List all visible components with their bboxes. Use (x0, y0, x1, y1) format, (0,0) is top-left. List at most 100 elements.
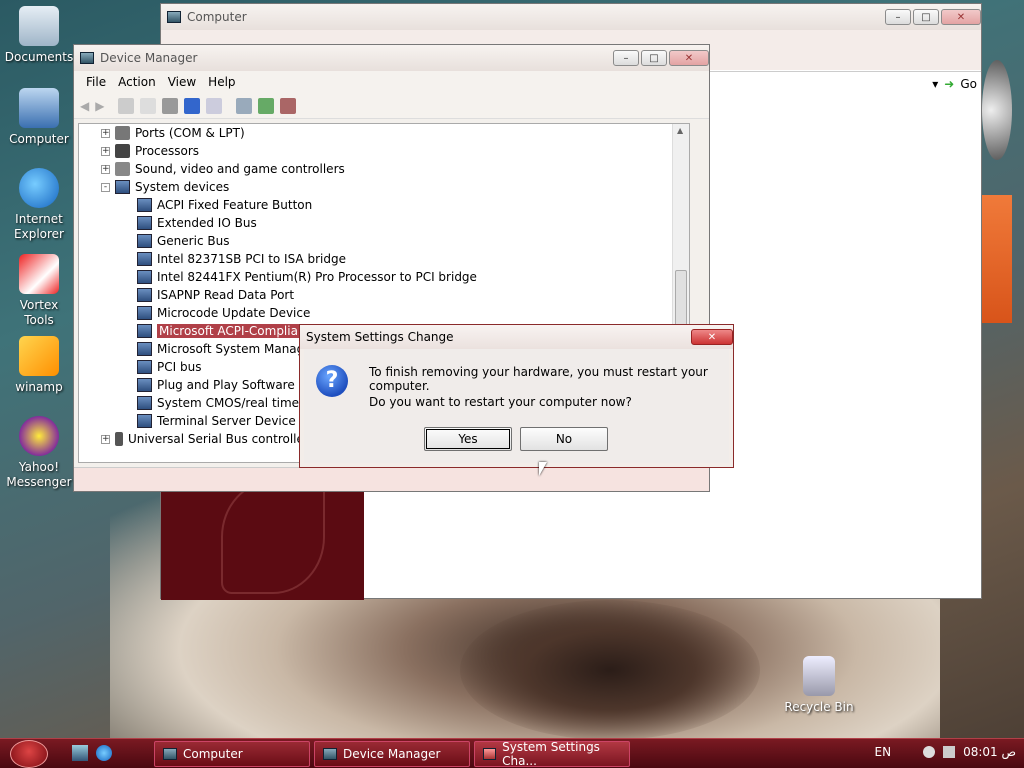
tree-item-processors[interactable]: + Processors (101, 142, 199, 160)
maximize-button[interactable]: □ (913, 9, 939, 25)
device-icon (137, 360, 152, 374)
dialog-body: ? To finish removing your hardware, you … (304, 349, 729, 463)
go-arrow-icon[interactable]: ➜ (944, 77, 954, 91)
clock[interactable]: 08:01 ص (963, 745, 1016, 759)
device-manager-titlebar[interactable]: Device Manager – □ ✕ (74, 45, 709, 71)
scroll-thumb[interactable] (675, 270, 687, 330)
tree-item-device[interactable]: Terminal Server Device Red (137, 412, 322, 430)
close-button[interactable]: ✕ (941, 9, 981, 25)
system-tray: EN 08:01 ص (875, 745, 1016, 759)
desktop-icon-computer[interactable]: Computer (4, 88, 74, 147)
desktop-icon-label: Documents (4, 50, 74, 64)
computer-titlebar[interactable]: Computer – □ ✕ (161, 4, 981, 30)
dialog-titlebar[interactable]: System Settings Change ✕ (300, 325, 733, 349)
tree-item-system-devices[interactable]: - System devices (101, 178, 229, 196)
window-title: Device Manager (100, 51, 198, 65)
start-button[interactable] (10, 740, 48, 768)
expand-icon[interactable]: + (101, 128, 110, 138)
tree-item-device[interactable]: Generic Bus (137, 232, 229, 250)
forward-icon[interactable]: ▶ (95, 99, 104, 113)
tree-item-device[interactable]: Extended IO Bus (137, 214, 257, 232)
documents-icon (19, 6, 59, 46)
tree-item-device[interactable]: Microcode Update Device (137, 304, 310, 322)
menu-action[interactable]: Action (112, 75, 162, 89)
desktop-icon-internet-explorer[interactable]: Internet Explorer (4, 168, 74, 242)
menu-view[interactable]: View (162, 75, 202, 89)
taskbar: Computer Device Manager System Settings … (0, 738, 1024, 768)
mouse-cursor-icon (539, 462, 547, 476)
device-icon (137, 270, 152, 284)
show-desktop-icon[interactable] (72, 745, 88, 761)
scan-hardware-icon[interactable] (236, 97, 253, 114)
menu-help[interactable]: Help (202, 75, 241, 89)
tree-item-device[interactable]: Plug and Play Software Dev (137, 376, 322, 394)
internet-explorer-icon[interactable] (96, 745, 112, 761)
menu-file[interactable]: File (80, 75, 112, 89)
device-icon (137, 288, 152, 302)
no-button[interactable]: No (520, 427, 608, 451)
device-manager-icon (80, 52, 94, 64)
tree-item-usb[interactable]: + Universal Serial Bus controllers (101, 430, 315, 448)
minimize-button[interactable]: – (613, 50, 639, 66)
tree-item-device[interactable]: System CMOS/real time clo (137, 394, 320, 412)
maximize-button[interactable]: □ (641, 50, 667, 66)
scroll-up-icon[interactable]: ▲ (677, 126, 683, 135)
network-icon[interactable] (923, 746, 936, 758)
desktop-icon-label: Computer (9, 132, 69, 146)
help-icon[interactable] (184, 97, 201, 114)
desktop-icon-label: winamp (15, 380, 63, 394)
yes-button[interactable]: Yes (424, 427, 512, 451)
device-icon (137, 234, 152, 248)
desktop-icon-winamp[interactable]: winamp (4, 336, 74, 395)
tree-item-device[interactable]: ACPI Fixed Feature Button (137, 196, 312, 214)
tree-item-device[interactable]: PCI bus (137, 358, 201, 376)
desktop-icon-documents[interactable]: Documents (4, 6, 74, 65)
uninstall-icon[interactable] (280, 97, 297, 114)
computer-icon (167, 11, 181, 23)
expand-icon[interactable]: + (101, 146, 110, 156)
desktop-icon-recycle-bin[interactable]: Recycle Bin (784, 656, 854, 715)
tree-item-device[interactable]: Microsoft System Manager (137, 340, 317, 358)
desktop-icon-vortex-tools[interactable]: Vortex Tools (4, 254, 74, 328)
computer-icon (19, 88, 59, 128)
properties-icon[interactable] (140, 97, 157, 114)
desktop-icon-label: Yahoo! Messenger (6, 460, 72, 489)
internet-explorer-icon (19, 168, 59, 208)
dialog-message: To finish removing your hardware, you mu… (369, 365, 708, 393)
clock-gadget[interactable] (982, 60, 1012, 160)
taskbar-button-computer[interactable]: Computer (154, 741, 310, 767)
menu-bar: File Action View Help (74, 71, 709, 93)
notes-gadget[interactable] (982, 195, 1012, 323)
close-button[interactable]: ✕ (669, 50, 709, 66)
back-icon[interactable]: ◀ (80, 99, 89, 113)
tree-item-device[interactable]: Intel 82371SB PCI to ISA bridge (137, 250, 346, 268)
chevron-down-icon[interactable]: ▾ (932, 77, 938, 91)
tree-item-device[interactable]: Intel 82441FX Pentium(R) Pro Processor t… (137, 268, 477, 286)
up-icon[interactable] (118, 97, 135, 114)
taskbar-button-system-settings[interactable]: System Settings Cha... (474, 740, 630, 768)
tree-item-sound[interactable]: + Sound, video and game controllers (101, 160, 345, 178)
desktop-icon-label: Internet Explorer (14, 212, 64, 241)
collapse-icon[interactable]: - (101, 182, 110, 192)
dialog-question: Do you want to restart your computer now… (369, 395, 632, 409)
print-icon[interactable] (162, 97, 179, 114)
taskbar-button-device-manager[interactable]: Device Manager (314, 741, 470, 767)
dialog-icon (483, 748, 497, 760)
volume-icon[interactable] (943, 746, 956, 758)
tree-item-ports[interactable]: + Ports (COM & LPT) (101, 124, 245, 142)
language-indicator[interactable]: EN (875, 745, 892, 759)
desktop-icon-yahoo-messenger[interactable]: Yahoo! Messenger (4, 416, 74, 490)
expand-icon[interactable]: + (101, 434, 110, 444)
close-button[interactable]: ✕ (691, 329, 733, 345)
address-bar[interactable]: ▾ ➜ Go (709, 71, 981, 95)
tree-item-device-selected[interactable]: Microsoft ACPI-Compliant (137, 322, 313, 340)
port-icon (115, 126, 130, 140)
tree-item-device[interactable]: ISAPNP Read Data Port (137, 286, 294, 304)
question-icon: ? (316, 365, 348, 397)
view-icon[interactable] (206, 97, 223, 114)
minimize-button[interactable]: – (885, 9, 911, 25)
go-button[interactable]: Go (960, 77, 977, 91)
window-title: Computer (187, 10, 247, 24)
update-driver-icon[interactable] (258, 97, 275, 114)
expand-icon[interactable]: + (101, 164, 110, 174)
